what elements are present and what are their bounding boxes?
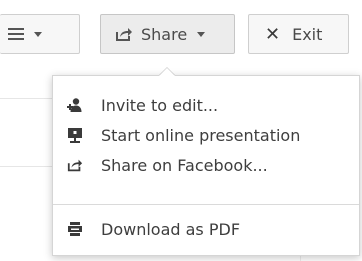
exit-button-label: Exit: [292, 24, 323, 44]
background-divider: [0, 166, 60, 167]
share-button-label: Share: [141, 24, 188, 44]
share-icon: [67, 157, 83, 173]
exit-button[interactable]: ✕ Exit: [248, 14, 349, 54]
presentation-icon: [67, 127, 83, 143]
share-dropdown-menu: Invite to edit... Start online presentat…: [52, 75, 360, 256]
add-user-icon: [67, 97, 83, 113]
chevron-down-icon: [34, 31, 42, 37]
menu-item-label: Start online presentation: [101, 125, 301, 145]
chevron-down-icon: [197, 31, 206, 37]
menu-item-label: Share on Facebook...: [101, 155, 268, 175]
printer-icon: [67, 221, 83, 237]
toolbar: Share ✕ Exit: [0, 14, 362, 56]
share-icon: [115, 26, 133, 42]
menu-item-start-online-presentation[interactable]: Start online presentation: [53, 120, 359, 150]
menu-button[interactable]: [0, 14, 80, 54]
menu-item-label: Invite to edit...: [101, 95, 219, 115]
share-button[interactable]: Share: [100, 14, 235, 54]
menu-item-invite-to-edit[interactable]: Invite to edit...: [53, 90, 359, 120]
menu-item-share-on-facebook[interactable]: Share on Facebook...: [53, 150, 359, 180]
menu-divider: [53, 204, 359, 205]
background-divider: [0, 98, 60, 99]
hamburger-icon: [8, 28, 24, 40]
menu-item-label: Download as PDF: [101, 219, 241, 239]
close-icon: ✕: [265, 23, 281, 45]
dropdown-pointer: [159, 68, 175, 76]
app-stage: Share ✕ Exit Invite to edit... Start onl…: [0, 0, 362, 261]
menu-item-download-as-pdf[interactable]: Download as PDF: [53, 214, 359, 244]
